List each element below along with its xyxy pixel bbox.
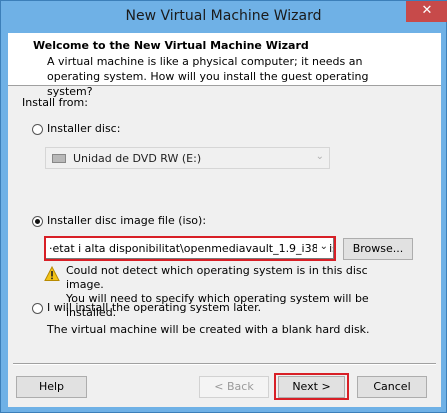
wizard-content: Welcome to the New Virtual Machine Wizar…	[8, 33, 441, 407]
warning-line-1: Could not detect which operating system …	[66, 264, 368, 291]
header-title: Welcome to the New Virtual Machine Wizar…	[33, 39, 309, 52]
install-later-note: The virtual machine will be created with…	[47, 323, 370, 336]
wizard-window: New Virtual Machine Wizard ✕ Welcome to …	[0, 0, 447, 413]
cancel-button[interactable]: Cancel	[357, 376, 427, 398]
installer-disc-radio[interactable]	[32, 124, 43, 135]
install-later-radio[interactable]	[32, 303, 43, 314]
install-later-label[interactable]: I will install the operating system late…	[47, 301, 261, 314]
title-bar[interactable]: New Virtual Machine Wizard	[1, 1, 446, 33]
installer-disc-label[interactable]: Installer disc:	[47, 122, 120, 135]
next-button-highlight	[274, 373, 349, 400]
header-description: A virtual machine is like a physical com…	[47, 55, 369, 98]
disc-drive-select: Unidad de DVD RW (E:) ⌄	[45, 147, 330, 169]
window-title: New Virtual Machine Wizard	[125, 8, 322, 24]
back-button: < Back	[199, 376, 269, 398]
close-button[interactable]: ✕	[406, 1, 447, 22]
close-icon: ✕	[421, 3, 433, 18]
help-button[interactable]: Help	[16, 376, 87, 398]
disc-drive-value: Unidad de DVD RW (E:)	[73, 152, 202, 165]
warning-icon	[44, 266, 60, 281]
wizard-header: Welcome to the New Virtual Machine Wizar…	[8, 33, 441, 98]
dvd-drive-icon	[52, 154, 66, 163]
chevron-down-icon: ⌄	[315, 151, 324, 162]
install-from-label: Install from:	[22, 96, 88, 109]
footer-divider	[13, 363, 436, 365]
browse-button[interactable]: Browse...	[343, 238, 413, 260]
iso-image-label[interactable]: Installer disc image file (iso):	[47, 214, 206, 227]
iso-path-highlight	[44, 236, 336, 261]
iso-image-radio[interactable]	[32, 216, 43, 227]
